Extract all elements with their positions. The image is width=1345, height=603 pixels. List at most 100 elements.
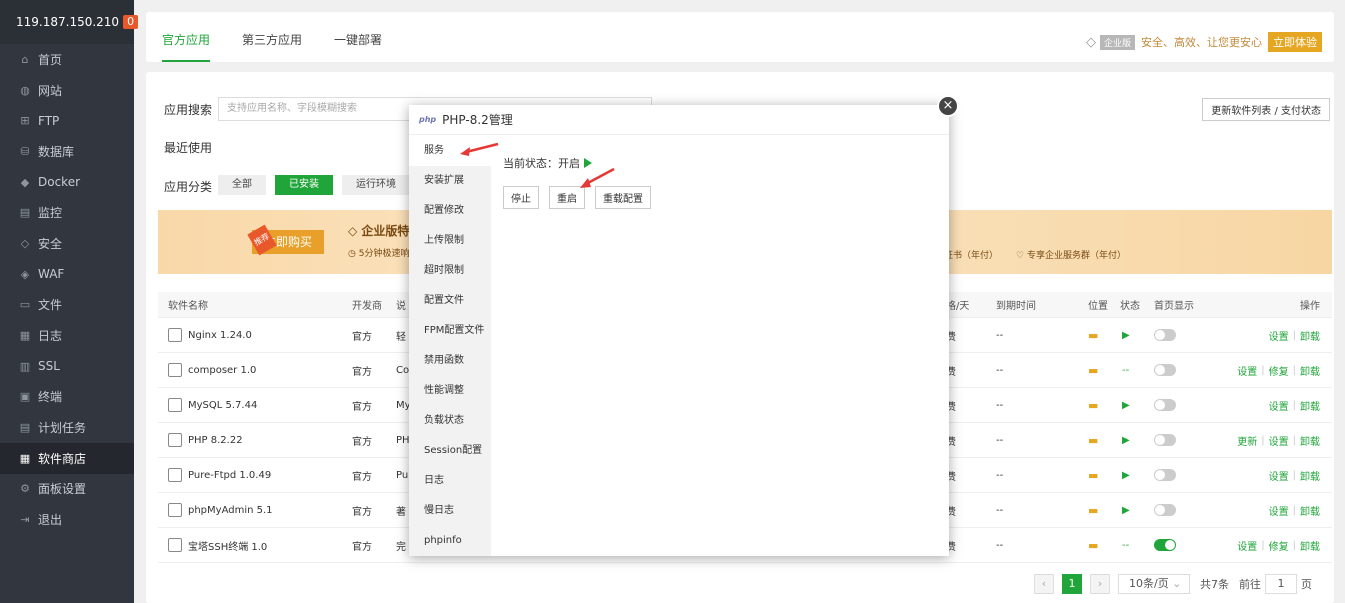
category-runtime[interactable]: 运行环境 [342, 175, 410, 195]
category-installed[interactable]: 已安装 [275, 175, 333, 195]
row-op-link[interactable]: 卸载 [1300, 503, 1320, 518]
row-op-link[interactable]: 设置 [1237, 538, 1257, 553]
sidebar-item-14[interactable]: ⚙ 面板设置 [0, 474, 134, 505]
row-op-link[interactable]: 卸载 [1300, 398, 1320, 413]
row-op-link[interactable]: 设置 [1269, 328, 1289, 343]
dialog-title-bar: php PHP-8.2管理 [409, 105, 949, 135]
sidebar-item-2[interactable]: ⊞ FTP [0, 105, 134, 136]
folder-icon[interactable]: ▬ [1088, 423, 1098, 457]
schedule-icon: ▤ [19, 421, 31, 435]
dialog-menu-item[interactable]: Session配置 [409, 436, 491, 466]
homepage-toggle[interactable] [1154, 469, 1176, 481]
banner-subtitle: ◷ 5分钟极速响 [348, 246, 409, 259]
total-count: 共7条 [1200, 578, 1229, 591]
row-op-link[interactable]: 设置 [1237, 363, 1257, 378]
enterprise-promo: ◇ 企业版 安全、高效、让您更安心 立即体验 [1086, 32, 1322, 52]
expire: -- [996, 329, 1004, 341]
monitor-icon: ▤ [19, 206, 31, 220]
row-op-link[interactable]: 卸载 [1300, 363, 1320, 378]
sidebar-item-8[interactable]: ▭ 文件 [0, 290, 134, 321]
settings-icon: ⚙ [20, 482, 30, 496]
dialog-menu-item[interactable]: 日志 [409, 466, 491, 496]
page-input[interactable]: 1 [1265, 574, 1297, 594]
sidebar-item-9[interactable]: ▦ 日志 [0, 320, 134, 351]
notification-badge[interactable]: 0 [123, 15, 139, 29]
sidebar-item-4[interactable]: ◆ Docker [0, 167, 134, 198]
dialog-menu-item[interactable]: 慢日志 [409, 496, 491, 526]
row-op-link[interactable]: 修复 [1269, 538, 1289, 553]
dialog-menu-item[interactable]: 禁用函数 [409, 346, 491, 376]
homepage-toggle[interactable] [1154, 539, 1176, 551]
page-suffix: 页 [1301, 578, 1312, 591]
stop-button[interactable]: 停止 [503, 186, 539, 209]
dialog-menu-item[interactable]: 配置文件 [409, 286, 491, 316]
homepage-toggle[interactable] [1154, 504, 1176, 516]
sidebar-item-0[interactable]: ⌂ 首页 [0, 44, 134, 75]
sidebar-item-10[interactable]: ▥ SSL [0, 351, 134, 382]
row-op-link[interactable]: 卸载 [1300, 328, 1320, 343]
close-icon[interactable]: × [937, 95, 959, 117]
dialog-menu-item[interactable]: 超时限制 [409, 256, 491, 286]
trial-button[interactable]: 立即体验 [1268, 32, 1322, 52]
banner-cert: 证书（年付） [944, 251, 999, 261]
sidebar-item-1[interactable]: ◍ 网站 [0, 75, 134, 106]
tab-official-apps[interactable]: 官方应用 [162, 12, 211, 62]
next-page-button[interactable]: › [1090, 574, 1110, 594]
sidebar-item-11[interactable]: ▣ 终端 [0, 382, 134, 413]
dialog-menu-item[interactable]: phpinfo [409, 526, 491, 556]
homepage-toggle[interactable] [1154, 329, 1176, 341]
description: PH [396, 434, 410, 446]
folder-icon[interactable]: ▬ [1088, 353, 1098, 387]
sidebar-item-6[interactable]: ◇ 安全 [0, 228, 134, 259]
col-desc: 说 [396, 301, 406, 312]
row-op-link[interactable]: 设置 [1269, 398, 1289, 413]
row-op-link[interactable]: 卸载 [1300, 468, 1320, 483]
dialog-menu-item[interactable]: 配置修改 [409, 196, 491, 226]
row-ops: 设置 | 卸载 [1268, 328, 1320, 343]
dialog-menu-item[interactable]: 安装扩展 [409, 166, 491, 196]
dialog-menu-item[interactable]: 性能调整 [409, 376, 491, 406]
sidebar-item-12[interactable]: ▤ 计划任务 [0, 412, 134, 443]
page-1[interactable]: 1 [1062, 574, 1082, 594]
homepage-toggle[interactable] [1154, 434, 1176, 446]
dialog-menu-item[interactable]: 上传限制 [409, 226, 491, 256]
shield-icon: ◇ [20, 236, 30, 250]
col-status: 状态 [1120, 301, 1140, 312]
folder-icon[interactable]: ▬ [1088, 318, 1098, 352]
tab-third-party-apps[interactable]: 第三方应用 [242, 12, 302, 62]
row-op-link[interactable]: 更新 [1237, 433, 1257, 448]
homepage-toggle[interactable] [1154, 399, 1176, 411]
dialog-menu: 服务 安装扩展 配置修改 上传限制 超时限制 配置文件 FPM配置文件 禁用函数 性能调整 负载状… [409, 136, 491, 556]
dialog-menu-item[interactable]: 负载状态 [409, 406, 491, 436]
status-indicator: ▶ [1122, 469, 1130, 481]
row-op-link[interactable]: 卸载 [1300, 433, 1320, 448]
row-op-link[interactable]: 设置 [1269, 433, 1289, 448]
sidebar-item-3[interactable]: ⛁ 数据库 [0, 136, 134, 167]
sidebar-item-7[interactable]: ◈ WAF [0, 259, 134, 290]
row-op-link[interactable]: 修复 [1269, 363, 1289, 378]
col-ops: 操作 [1300, 301, 1320, 312]
row-op-link[interactable]: 设置 [1269, 468, 1289, 483]
buy-now-button[interactable]: 推荐 立即购买 [247, 224, 324, 256]
col-home: 首页显示 [1154, 301, 1194, 312]
row-op-link[interactable]: 设置 [1269, 503, 1289, 518]
prev-page-button[interactable]: ‹ [1034, 574, 1054, 594]
folder-icon[interactable]: ▬ [1088, 528, 1098, 562]
category-all[interactable]: 全部 [218, 175, 266, 195]
sidebar-item-13[interactable]: ▦ 软件商店 [0, 442, 134, 474]
server-header[interactable]: 119.187.150.210 0 [0, 0, 139, 44]
folder-icon[interactable]: ▬ [1088, 388, 1098, 422]
per-page-select[interactable]: 10条/页 ⌄ [1118, 574, 1190, 594]
row-op-link[interactable]: 卸载 [1300, 538, 1320, 553]
folder-icon: ▭ [19, 298, 31, 312]
update-list-button[interactable]: 更新软件列表 / 支付状态 [1202, 98, 1330, 121]
sidebar-item-5[interactable]: ▤ 监控 [0, 197, 134, 228]
sidebar-item-15[interactable]: ⇥ 退出 [0, 504, 134, 535]
tab-one-click-deploy[interactable]: 一键部署 [334, 12, 382, 62]
homepage-toggle[interactable] [1154, 364, 1176, 376]
banner-title-text: 企业版特 [361, 224, 410, 238]
folder-icon[interactable]: ▬ [1088, 458, 1098, 492]
recommend-tag: 推荐 [247, 224, 277, 256]
dialog-menu-item[interactable]: FPM配置文件 [409, 316, 491, 346]
folder-icon[interactable]: ▬ [1088, 493, 1098, 527]
